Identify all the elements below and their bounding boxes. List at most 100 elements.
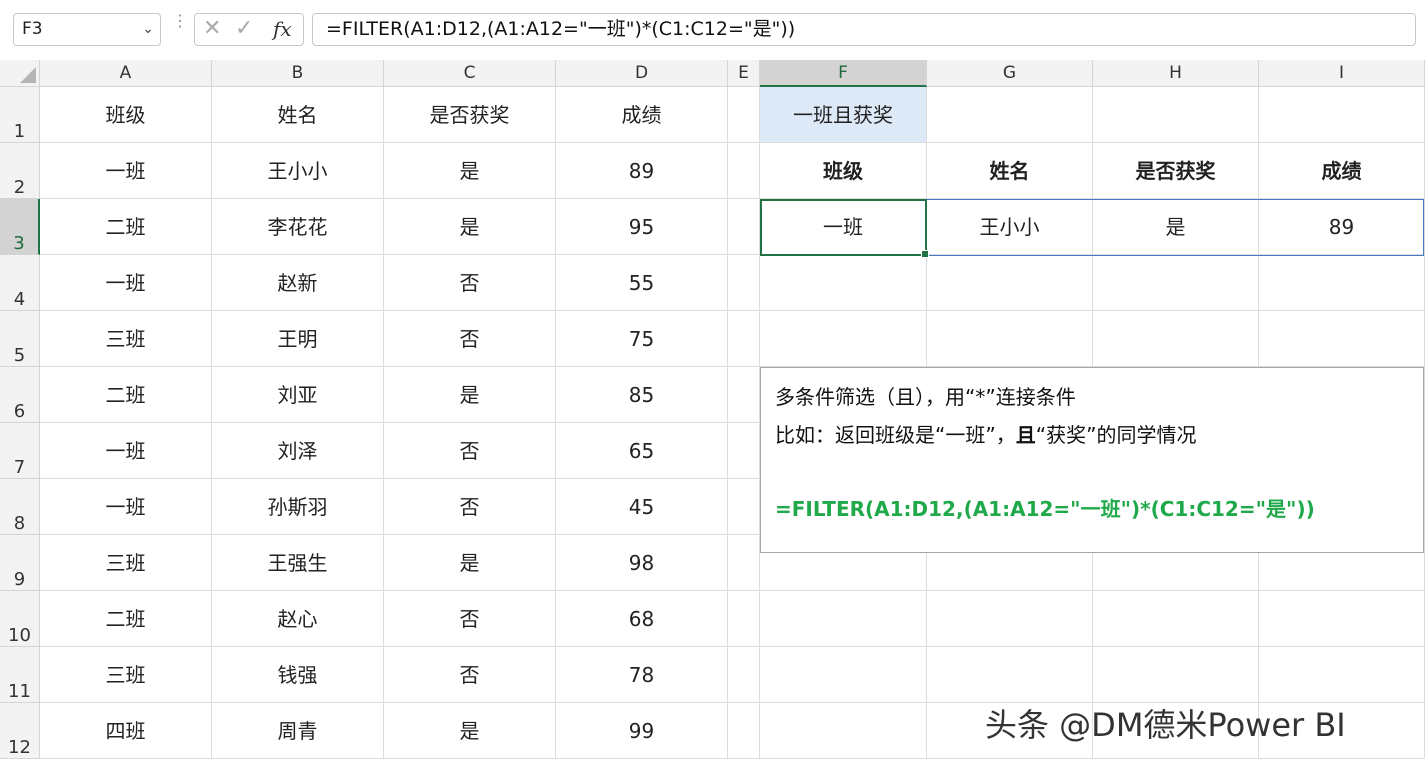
row-header-3[interactable]: 3 (0, 199, 40, 255)
column-header-d[interactable]: D (556, 60, 728, 87)
cell-c8[interactable]: 否 (384, 479, 556, 535)
cell-e7[interactable] (728, 423, 760, 479)
cell-h4[interactable] (1093, 255, 1259, 311)
cell-b7[interactable]: 刘泽 (212, 423, 384, 479)
cell-a6[interactable]: 二班 (40, 367, 212, 423)
cell-g10[interactable] (927, 591, 1093, 647)
cell-b10[interactable]: 赵心 (212, 591, 384, 647)
cell-a1[interactable]: 班级 (40, 87, 212, 143)
column-header-g[interactable]: G (927, 60, 1093, 87)
cell-e5[interactable] (728, 311, 760, 367)
row-header-1[interactable]: 1 (0, 87, 40, 143)
cell-h2[interactable]: 是否获奖 (1093, 143, 1259, 199)
cell-a2[interactable]: 一班 (40, 143, 212, 199)
cell-a5[interactable]: 三班 (40, 311, 212, 367)
cell-d11[interactable]: 78 (556, 647, 728, 703)
row-header-12[interactable]: 12 (0, 703, 40, 759)
cell-b3[interactable]: 李花花 (212, 199, 384, 255)
cell-d8[interactable]: 45 (556, 479, 728, 535)
cell-f1[interactable]: 一班且获奖 (760, 87, 927, 143)
cell-e11[interactable] (728, 647, 760, 703)
fx-icon[interactable]: fx (273, 17, 292, 41)
cell-h1[interactable] (1093, 87, 1259, 143)
cell-c4[interactable]: 否 (384, 255, 556, 311)
cell-c7[interactable]: 否 (384, 423, 556, 479)
select-all-corner[interactable] (0, 60, 40, 87)
cell-e8[interactable] (728, 479, 760, 535)
cell-i11[interactable] (1259, 647, 1425, 703)
cell-g4[interactable] (927, 255, 1093, 311)
cell-i10[interactable] (1259, 591, 1425, 647)
cell-g2[interactable]: 姓名 (927, 143, 1093, 199)
row-header-11[interactable]: 11 (0, 647, 40, 703)
column-header-c[interactable]: C (384, 60, 556, 87)
cell-c6[interactable]: 是 (384, 367, 556, 423)
cell-g11[interactable] (927, 647, 1093, 703)
cell-d12[interactable]: 99 (556, 703, 728, 759)
cell-c9[interactable]: 是 (384, 535, 556, 591)
cell-c3[interactable]: 是 (384, 199, 556, 255)
cell-d5[interactable]: 75 (556, 311, 728, 367)
cell-b6[interactable]: 刘亚 (212, 367, 384, 423)
cell-a10[interactable]: 二班 (40, 591, 212, 647)
cell-e1[interactable] (728, 87, 760, 143)
cell-c1[interactable]: 是否获奖 (384, 87, 556, 143)
cell-d1[interactable]: 成绩 (556, 87, 728, 143)
cell-f5[interactable] (760, 311, 927, 367)
cell-b5[interactable]: 王明 (212, 311, 384, 367)
column-header-e[interactable]: E (728, 60, 760, 87)
cell-b2[interactable]: 王小小 (212, 143, 384, 199)
row-header-9[interactable]: 9 (0, 535, 40, 591)
column-header-a[interactable]: A (40, 60, 212, 87)
cell-f2[interactable]: 班级 (760, 143, 927, 199)
cell-e10[interactable] (728, 591, 760, 647)
cell-e6[interactable] (728, 367, 760, 423)
cell-b12[interactable]: 周青 (212, 703, 384, 759)
cell-d4[interactable]: 55 (556, 255, 728, 311)
cell-e12[interactable] (728, 703, 760, 759)
cell-d6[interactable]: 85 (556, 367, 728, 423)
cell-h10[interactable] (1093, 591, 1259, 647)
cell-c12[interactable]: 是 (384, 703, 556, 759)
column-header-i[interactable]: I (1259, 60, 1425, 87)
cell-a4[interactable]: 一班 (40, 255, 212, 311)
cell-h5[interactable] (1093, 311, 1259, 367)
cell-c11[interactable]: 否 (384, 647, 556, 703)
cell-d2[interactable]: 89 (556, 143, 728, 199)
row-header-10[interactable]: 10 (0, 591, 40, 647)
cell-d10[interactable]: 68 (556, 591, 728, 647)
cell-i4[interactable] (1259, 255, 1425, 311)
cell-b1[interactable]: 姓名 (212, 87, 384, 143)
cell-d7[interactable]: 65 (556, 423, 728, 479)
row-header-4[interactable]: 4 (0, 255, 40, 311)
formula-input[interactable]: =FILTER(A1:D12,(A1:A12="一班")*(C1:C12="是"… (312, 13, 1416, 46)
chevron-down-icon[interactable]: ⌄ (142, 14, 154, 45)
row-header-7[interactable]: 7 (0, 423, 40, 479)
cell-d3[interactable]: 95 (556, 199, 728, 255)
cell-a8[interactable]: 一班 (40, 479, 212, 535)
cell-g1[interactable] (927, 87, 1093, 143)
cell-c2[interactable]: 是 (384, 143, 556, 199)
note-textbox[interactable]: 多条件筛选（且），用“*”连接条件 比如：返回班级是“一班”，且“获奖”的同学情… (760, 367, 1424, 553)
cell-e4[interactable] (728, 255, 760, 311)
cell-a11[interactable]: 三班 (40, 647, 212, 703)
cell-a9[interactable]: 三班 (40, 535, 212, 591)
row-header-6[interactable]: 6 (0, 367, 40, 423)
cell-c5[interactable]: 否 (384, 311, 556, 367)
cell-i1[interactable] (1259, 87, 1425, 143)
cell-g5[interactable] (927, 311, 1093, 367)
cell-i5[interactable] (1259, 311, 1425, 367)
cell-b8[interactable]: 孙斯羽 (212, 479, 384, 535)
cancel-icon[interactable]: ✕ (203, 16, 221, 41)
cell-i2[interactable]: 成绩 (1259, 143, 1425, 199)
cell-a3[interactable]: 二班 (40, 199, 212, 255)
row-header-8[interactable]: 8 (0, 479, 40, 535)
more-icon[interactable]: ⋮ (172, 13, 188, 29)
cell-f12[interactable] (760, 703, 927, 759)
cell-a7[interactable]: 一班 (40, 423, 212, 479)
check-icon[interactable]: ✓ (235, 16, 253, 41)
cell-b4[interactable]: 赵新 (212, 255, 384, 311)
column-header-f[interactable]: F (760, 60, 927, 87)
cell-a12[interactable]: 四班 (40, 703, 212, 759)
active-cell-border[interactable] (760, 199, 929, 258)
